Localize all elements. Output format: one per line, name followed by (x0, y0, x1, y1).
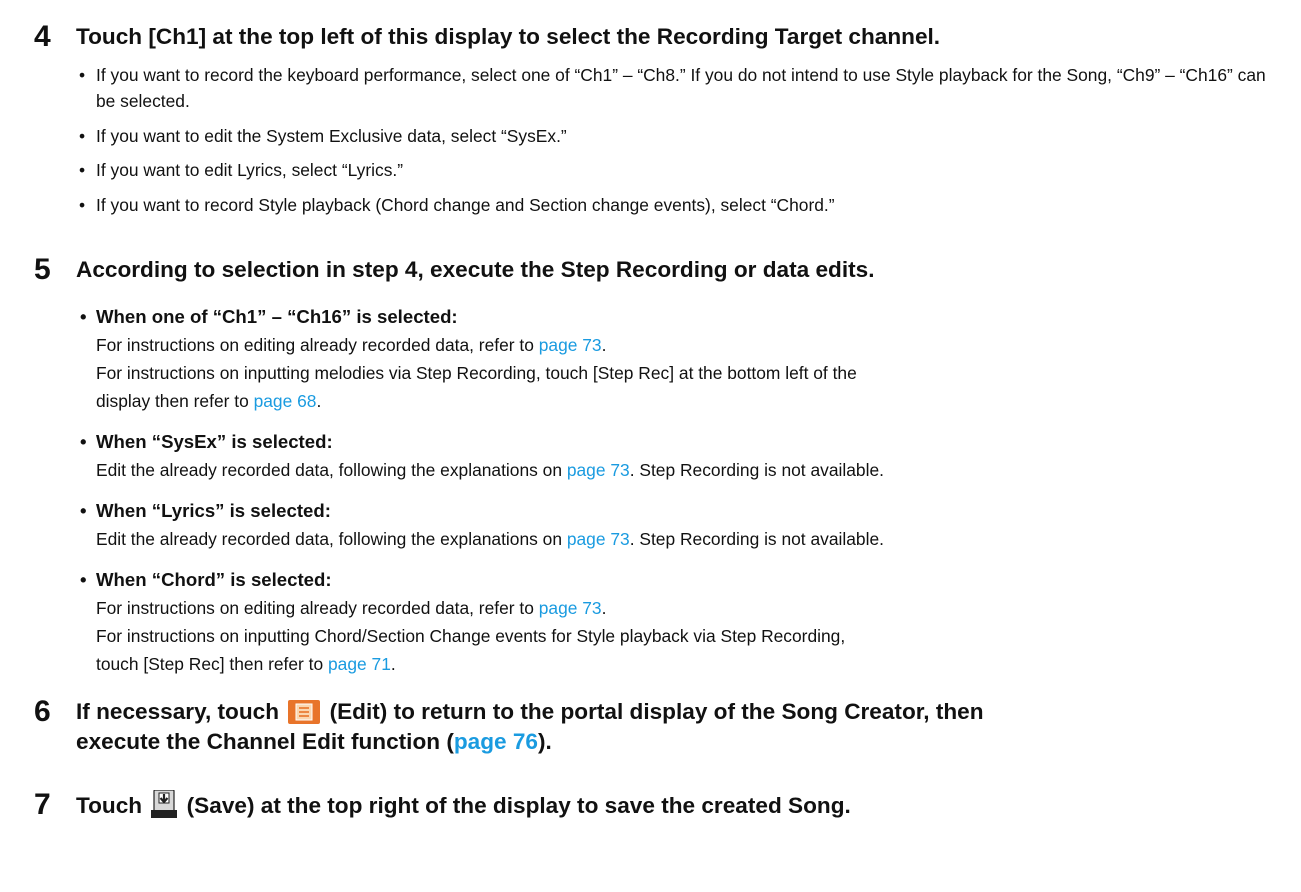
condition-heading: When “SysEx” is selected: (80, 428, 1291, 456)
text: (Save) at the top right of the display t… (186, 793, 851, 818)
text: For instructions on editing already reco… (96, 598, 539, 618)
condition-heading: When “Lyrics” is selected: (80, 497, 1291, 525)
condition-line: display then refer to page 68. (80, 387, 1291, 415)
condition-line: For instructions on editing already reco… (80, 594, 1291, 622)
text: For instructions on editing already reco… (96, 335, 539, 355)
text: display then refer to (96, 391, 254, 411)
text: If necessary, touch (76, 699, 280, 724)
text: Edit the already recorded data, followin… (96, 529, 567, 549)
step-4-bullets: If you want to record the keyboard perfo… (76, 62, 1287, 226)
condition-line: For instructions on editing already reco… (80, 331, 1291, 359)
condition-line: Edit the already recorded data, followin… (80, 525, 1291, 553)
text: Touch (76, 793, 143, 818)
text: Edit the already recorded data, followin… (96, 460, 567, 480)
condition-chord: When “Chord” is selected: For instructio… (80, 566, 1291, 678)
manual-page: 4 Touch [Ch1] at the top left of this di… (0, 0, 1301, 892)
page-link[interactable]: page 73 (539, 335, 602, 355)
step-number: 6 (34, 695, 51, 728)
condition-sysex: When “SysEx” is selected: Edit the alrea… (80, 428, 1291, 484)
condition-ch: When one of “Ch1” – “Ch16” is selected: … (80, 303, 1291, 415)
text: execute the Channel Edit function ( (76, 729, 454, 754)
condition-line: touch [Step Rec] then refer to page 71. (80, 650, 1291, 678)
bullet-item: If you want to edit Lyrics, select “Lyri… (76, 157, 1287, 183)
condition-line: Edit the already recorded data, followin… (80, 456, 1291, 484)
bullet-item: If you want to edit the System Exclusive… (76, 123, 1287, 149)
page-link[interactable]: page 71 (328, 654, 391, 674)
step-number: 4 (34, 20, 51, 53)
step-number: 5 (34, 253, 51, 286)
condition-line: For instructions on inputting Chord/Sect… (96, 626, 846, 646)
step-title: Touch [Ch1] at the top left of this disp… (76, 24, 941, 49)
text: . Step Recording is not available. (629, 529, 884, 549)
step-title: According to selection in step 4, execut… (76, 257, 875, 282)
text: . Step Recording is not available. (629, 460, 884, 480)
text: . (390, 654, 396, 674)
text: . (601, 598, 607, 618)
save-icon (151, 789, 178, 826)
bullet-item: If you want to record the keyboard perfo… (76, 62, 1287, 114)
condition-lyrics: When “Lyrics” is selected: Edit the alre… (80, 497, 1291, 553)
step-number: 7 (34, 788, 51, 821)
condition-line: For instructions on inputting melodies v… (96, 363, 857, 383)
page-link[interactable]: page 73 (539, 598, 602, 618)
condition-heading: When “Chord” is selected: (80, 566, 1291, 594)
text: touch [Step Rec] then refer to (96, 654, 329, 674)
step-title: Touch (Save) at the top right of the dis… (76, 789, 1289, 826)
text: ). (538, 729, 552, 754)
page-link[interactable]: page 76 (454, 729, 538, 754)
condition-heading: When one of “Ch1” – “Ch16” is selected: (80, 303, 1291, 331)
text: . (601, 335, 607, 355)
page-link[interactable]: page 73 (567, 460, 630, 480)
text: . (316, 391, 322, 411)
step-title-line2: execute the Channel Edit function (page … (76, 727, 1289, 757)
bullet-item: If you want to record Style playback (Ch… (76, 192, 1287, 218)
page-link[interactable]: page 73 (567, 529, 630, 549)
text: (Edit) to return to the portal display o… (329, 699, 984, 724)
page-link[interactable]: page 68 (254, 391, 317, 411)
